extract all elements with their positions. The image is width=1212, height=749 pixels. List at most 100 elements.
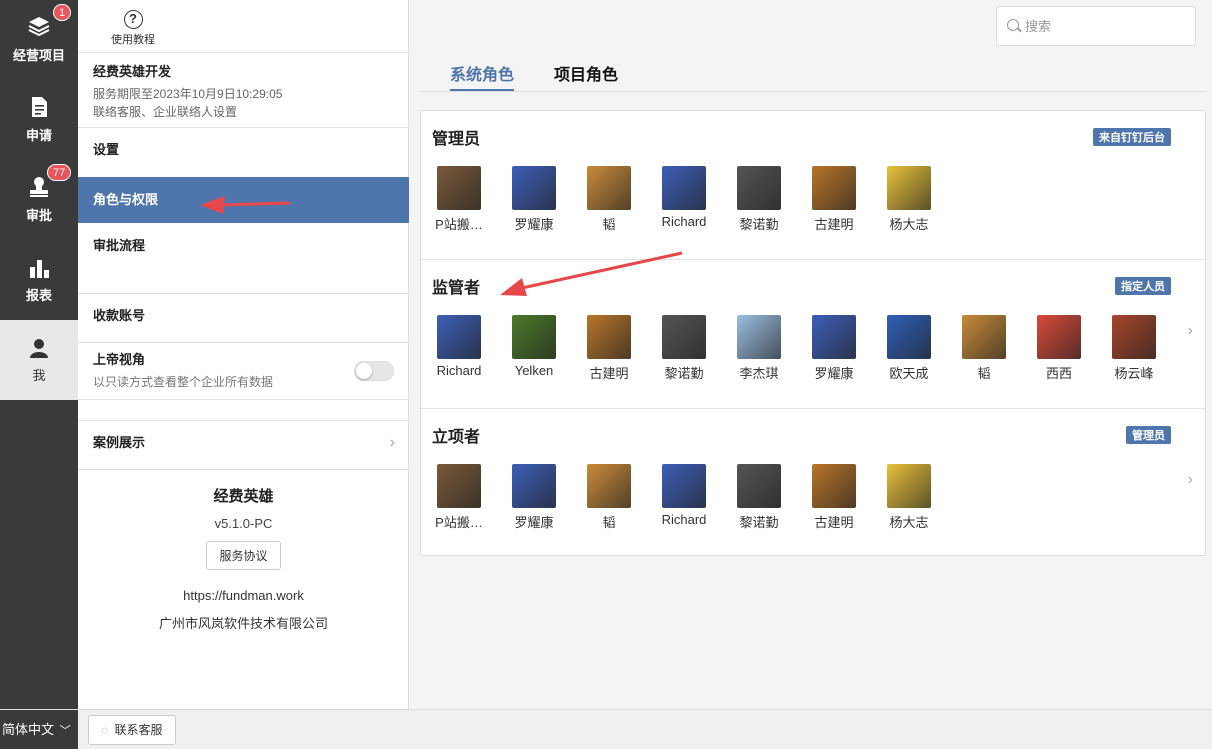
search-box[interactable]	[996, 6, 1196, 46]
member-name: 韬	[602, 217, 616, 232]
role-tabs: 系统角色 项目角色	[420, 55, 1206, 92]
member-item[interactable]: P站搬…	[434, 166, 484, 233]
avatar	[1037, 315, 1081, 359]
member-item[interactable]: Richard	[659, 464, 709, 527]
app-version: v5.1.0-PC	[214, 516, 273, 531]
member-item[interactable]: 李杰琪	[734, 315, 784, 382]
menu-item-account[interactable]: 收款账号	[78, 293, 409, 339]
nav-label: 我	[32, 368, 46, 383]
menu-item-approval-flow[interactable]: 审批流程	[78, 223, 409, 269]
menu-item-cases[interactable]: 案例展示 ›	[78, 420, 409, 466]
avatar	[962, 315, 1006, 359]
menu-item-settings[interactable]: 设置	[78, 127, 409, 173]
member-name: 罗耀康	[514, 515, 554, 530]
bottom-bar: 简体中文 ﹀ ◌ 联系客服	[0, 709, 1212, 749]
member-item[interactable]: 罗耀康	[509, 166, 559, 233]
avatar	[512, 464, 556, 508]
tab-project-roles[interactable]: 项目角色	[554, 61, 618, 91]
badge-count: 77	[47, 164, 72, 181]
nav-label: 审批	[25, 208, 52, 223]
member-item[interactable]: 杨大志	[884, 464, 934, 531]
member-item[interactable]: P站搬…	[434, 464, 484, 531]
avatar	[737, 166, 781, 210]
menu-item-roles[interactable]: 角色与权限	[78, 177, 409, 223]
settings-panel: ? 使用教程 经费英雄开发 服务期限至2023年10月9日10:29:05 联络…	[78, 0, 409, 709]
question-icon: ?	[123, 10, 143, 29]
member-item[interactable]: 罗耀康	[509, 464, 559, 531]
divider	[78, 469, 409, 470]
member-name: 欧天成	[889, 366, 929, 381]
member-name: Yelken	[514, 363, 554, 378]
company-info[interactable]: 经费英雄开发 服务期限至2023年10月9日10:29:05 联络客服、企业联络…	[93, 61, 282, 121]
member-item[interactable]: 黎诺勤	[734, 166, 784, 233]
bar-chart-icon	[0, 258, 78, 278]
member-item[interactable]: 欧天成	[884, 315, 934, 382]
member-name: 杨大志	[889, 217, 929, 232]
website-link[interactable]: https://fundman.work	[78, 588, 409, 603]
member-item[interactable]: 西西	[1034, 315, 1084, 382]
member-item[interactable]: Yelken	[509, 315, 559, 378]
chevron-right-icon[interactable]: ›	[1188, 471, 1193, 489]
nav-item-approve[interactable]: 77 审批	[0, 160, 78, 240]
help-button[interactable]: ? 使用教程	[106, 10, 160, 47]
nav-item-reports[interactable]: 报表	[0, 240, 78, 320]
document-icon	[0, 96, 78, 118]
member-item[interactable]: Richard	[659, 166, 709, 229]
role-section-supervisor[interactable]: 监管者 指定人员 Richard Yelken 古建明 黎诺勤 李杰琪 罗耀康 欧天成 韬 西西…	[421, 259, 1205, 407]
member-item[interactable]: 黎诺勤	[659, 315, 709, 382]
member-item[interactable]: 杨大志	[884, 166, 934, 233]
member-item[interactable]: 古建明	[809, 166, 859, 233]
avatar	[887, 315, 931, 359]
tab-system-roles[interactable]: 系统角色	[450, 61, 515, 91]
member-name: Richard	[661, 214, 707, 229]
contact-support-button[interactable]: ◌ 联系客服	[88, 715, 176, 745]
role-section-initiator[interactable]: 立项者 管理员 P站搬… 罗耀康 韬 Richard 黎诺勤 古建明 杨大志 ›	[421, 408, 1205, 556]
nav-item-me[interactable]: 我	[0, 320, 78, 400]
service-agreement-button[interactable]: 服务协议	[206, 541, 281, 570]
search-icon	[1007, 19, 1019, 31]
avatar	[587, 464, 631, 508]
app-name: 经费英雄	[213, 488, 274, 505]
avatar	[887, 464, 931, 508]
member-item[interactable]: 古建明	[809, 464, 859, 531]
member-item[interactable]: 杨云峰	[1109, 315, 1159, 382]
search-input[interactable]	[1025, 15, 1185, 37]
member-name: 罗耀康	[514, 217, 554, 232]
member-name: 西西	[1045, 366, 1072, 381]
menu-label: 案例展示	[93, 435, 146, 450]
member-name: Richard	[661, 512, 707, 527]
member-item[interactable]: 黎诺勤	[734, 464, 784, 531]
god-view-setting: 上帝视角 以只读方式查看整个企业所有数据	[93, 349, 273, 390]
member-name: 黎诺勤	[739, 515, 779, 530]
nav-item-projects[interactable]: 1 经营项目	[0, 0, 78, 80]
avatar	[437, 315, 481, 359]
avatar	[512, 315, 556, 359]
badge-count: 1	[53, 4, 72, 21]
member-item[interactable]: 古建明	[584, 315, 634, 382]
member-name: 李杰琪	[739, 366, 779, 381]
member-item[interactable]: 韬	[584, 464, 634, 531]
avatar	[437, 464, 481, 508]
role-section-admin[interactable]: 管理员 来自钉钉后台 P站搬… 罗耀康 韬 Richard 黎诺勤 古建明 杨大志	[421, 111, 1205, 259]
contact-settings: 联络客服、企业联络人设置	[93, 105, 238, 119]
nav-label: 经营项目	[12, 48, 65, 63]
language-select[interactable]: 简体中文 ﹀	[0, 710, 78, 749]
member-item[interactable]: 罗耀康	[809, 315, 859, 382]
role-source-tag: 指定人员	[1115, 277, 1171, 295]
member-item[interactable]: 韬	[959, 315, 1009, 382]
company-name: 经费英雄开发	[93, 64, 172, 79]
about-section: 经费英雄 v5.1.0-PC 服务协议 https://fundman.work…	[78, 485, 409, 632]
member-item[interactable]: 韬	[584, 166, 634, 233]
role-title: 立项者	[432, 429, 481, 446]
avatar	[662, 315, 706, 359]
toggle-knob	[356, 363, 372, 379]
chevron-right-icon[interactable]: ›	[1188, 322, 1193, 340]
nav-item-apply[interactable]: 申请	[0, 80, 78, 160]
member-item[interactable]: Richard	[434, 315, 484, 378]
role-title: 监管者	[432, 280, 481, 297]
god-view-toggle[interactable]	[354, 361, 394, 381]
avatar	[887, 166, 931, 210]
member-name: 古建明	[814, 515, 854, 530]
avatar	[1112, 315, 1156, 359]
language-label: 简体中文	[2, 722, 55, 737]
